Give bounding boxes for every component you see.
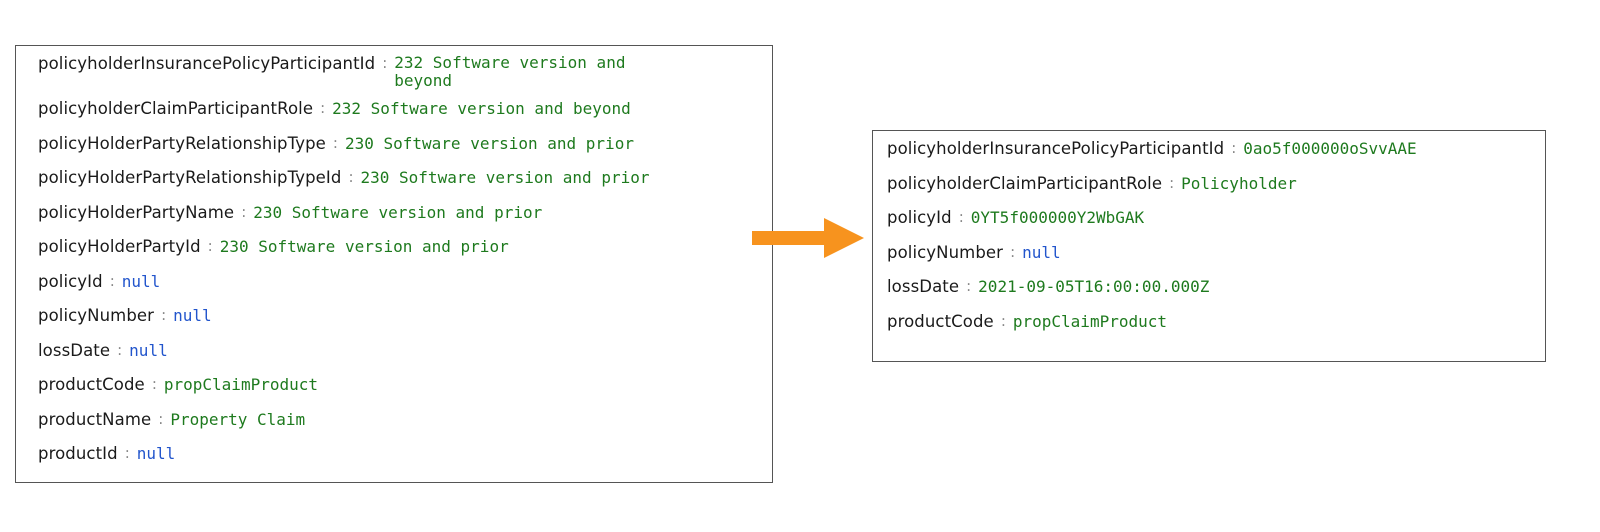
separator: : — [158, 409, 164, 428]
field-value: null — [1022, 242, 1061, 262]
field-key: lossDate — [887, 277, 960, 296]
field-key: policyHolderPartyName — [38, 202, 235, 222]
field-key: productId — [38, 444, 118, 463]
arrow-shape — [752, 218, 864, 258]
field-key: policyHolderPartyId — [38, 237, 201, 256]
field-key: policyholderClaimParticipantRole — [887, 173, 1163, 193]
field-value: propClaimProduct — [1012, 311, 1167, 331]
field-value: 0YT5f000000Y2WbGAK — [970, 208, 1145, 227]
field-key: policyId — [887, 208, 952, 227]
field-key: productCode — [887, 311, 994, 331]
field-row: lossDate : null — [38, 341, 772, 360]
field-row: policyholderInsurancePolicyParticipantId… — [887, 139, 1545, 158]
field-value: Property Claim — [170, 409, 306, 429]
field-value: propClaimProduct — [163, 375, 318, 394]
separator: : — [1010, 242, 1016, 261]
field-row: policyNumber : null — [887, 243, 1545, 262]
field-key: policyHolderPartyRelationshipTypeId — [38, 168, 342, 187]
separator: : — [1000, 311, 1006, 330]
field-row: lossDate : 2021-09-05T16:00:00.000Z — [887, 277, 1545, 296]
field-value: null — [136, 444, 176, 463]
separator: : — [151, 375, 157, 393]
field-key: policyHolderPartyRelationshipType — [38, 133, 326, 153]
field-value: null — [121, 271, 161, 291]
separator: : — [109, 271, 115, 290]
field-value: 2021-09-05T16:00:00.000Z — [978, 277, 1210, 296]
field-row: policyHolderPartyId : 230 Software versi… — [38, 237, 772, 256]
field-value: 230 Software version and prior — [360, 168, 650, 187]
field-key: policyId — [38, 271, 103, 291]
field-row: policyHolderPartyRelationshipTypeId : 23… — [38, 168, 772, 187]
separator: : — [966, 277, 972, 295]
separator: : — [1231, 139, 1237, 157]
field-key: lossDate — [38, 340, 111, 360]
field-value: 230 Software version and prior — [219, 237, 509, 256]
separator: : — [332, 133, 338, 152]
field-row: productCode : propClaimProduct — [887, 312, 1545, 331]
field-key: policyNumber — [887, 242, 1004, 262]
field-key: policyholderInsurancePolicyParticipantId — [887, 139, 1225, 158]
field-key: policyholderClaimParticipantRole — [38, 99, 314, 118]
separator: : — [117, 340, 123, 359]
separator: : — [124, 444, 130, 462]
field-value: 230 Software version and prior — [253, 202, 543, 222]
field-value: 232 Software version and beyond — [394, 53, 626, 90]
field-row: policyholderInsurancePolicyParticipantId… — [38, 54, 772, 90]
field-key: policyNumber — [38, 306, 155, 325]
field-key: productCode — [38, 375, 145, 394]
before-record-panel: policyholderInsurancePolicyParticipantId… — [15, 45, 773, 483]
field-value: 232 Software version and beyond — [332, 99, 631, 118]
field-row: policyHolderPartyName : 230 Software ver… — [38, 203, 772, 222]
after-record-panel: policyholderInsurancePolicyParticipantId… — [872, 130, 1546, 362]
field-value: null — [173, 306, 212, 325]
field-row: policyHolderPartyRelationshipType : 230 … — [38, 134, 772, 153]
field-row: productId : null — [38, 444, 772, 463]
separator: : — [1169, 173, 1175, 192]
separator: : — [382, 54, 388, 72]
field-row: policyId : null — [38, 272, 772, 291]
field-row: policyId : 0YT5f000000Y2WbGAK — [887, 208, 1545, 227]
separator: : — [161, 306, 167, 324]
field-row: policyNumber : null — [38, 306, 772, 325]
field-value: 0ao5f000000oSvvAAE — [1243, 139, 1417, 158]
separator: : — [207, 237, 213, 255]
field-value: null — [129, 340, 168, 360]
right-arrow-icon — [752, 218, 864, 258]
field-row: productCode : propClaimProduct — [38, 375, 772, 394]
separator: : — [320, 99, 326, 117]
field-row: policyholderClaimParticipantRole : Polic… — [887, 174, 1545, 193]
field-row: productName : Property Claim — [38, 410, 772, 429]
field-value: 230 Software version and prior — [344, 133, 634, 153]
separator: : — [348, 168, 354, 186]
field-key: policyholderInsurancePolicyParticipantId — [38, 54, 376, 73]
field-row: policyholderClaimParticipantRole : 232 S… — [38, 99, 772, 118]
separator: : — [958, 208, 964, 226]
field-key: productName — [38, 409, 152, 429]
field-value: Policyholder — [1181, 173, 1297, 193]
separator: : — [241, 202, 247, 221]
